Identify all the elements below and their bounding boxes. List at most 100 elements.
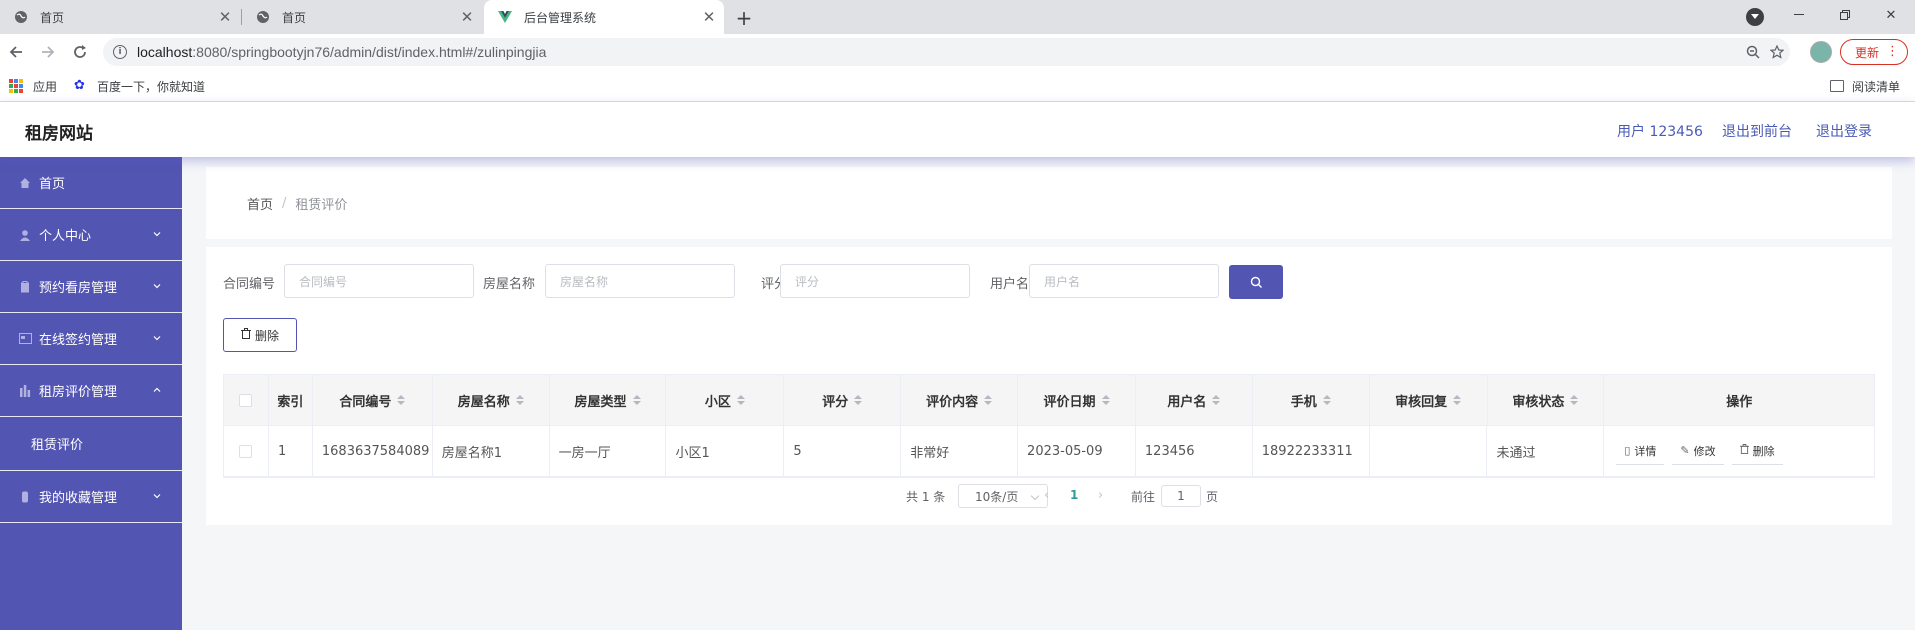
house-name-input[interactable]: 房屋名称: [545, 264, 735, 298]
breadcrumb-separator: /: [282, 195, 287, 211]
browser-tab-strip: 首页 ✕ 首页 ✕ 后台管理系统 ✕ + ✕: [0, 0, 1915, 34]
chevron-down-icon: [153, 494, 161, 499]
goto-page-input[interactable]: 1: [1161, 485, 1201, 507]
page-size-select[interactable]: 10条/页: [958, 484, 1048, 508]
cell-community: 小区1: [666, 426, 785, 476]
sidebar-item-online-contract[interactable]: 在线签约管理: [0, 313, 182, 365]
search-button[interactable]: [1229, 265, 1283, 299]
column-header-content[interactable]: 评价内容: [901, 375, 1019, 425]
column-header-status[interactable]: 审核状态: [1488, 375, 1605, 425]
bookmark-apps[interactable]: 应用: [9, 76, 57, 96]
sidebar-item-viewing-appointments[interactable]: 预约看房管理: [0, 261, 182, 313]
select-all-cell: [224, 375, 269, 425]
column-header-date[interactable]: 评价日期: [1018, 375, 1136, 425]
star-icon[interactable]: [1764, 38, 1790, 66]
breadcrumb-home[interactable]: 首页: [247, 194, 273, 213]
contract-no-input[interactable]: 合同编号: [284, 264, 474, 298]
cell-rating: 5: [784, 426, 902, 476]
sort-caret-icon: [397, 395, 406, 405]
column-header-community[interactable]: 小区: [666, 375, 785, 425]
globe-icon: [256, 10, 270, 24]
cell-username: 123456: [1136, 426, 1253, 476]
sidebar-item-personal-center[interactable]: 个人中心: [0, 209, 182, 261]
current-user: 用户 123456: [1617, 124, 1703, 140]
pagination-total: 共 1 条: [906, 490, 946, 504]
zoom-icon[interactable]: [1740, 38, 1766, 66]
sidebar-item-favorites-management[interactable]: 我的收藏管理: [0, 471, 182, 523]
cell-status: 未通过: [1487, 426, 1605, 476]
breadcrumb-current: 租赁评价: [295, 197, 348, 213]
review-table: 索引 合同编号 房屋名称 房屋类型 小区 评分 评价内容 评价日期 用户名 手机…: [223, 374, 1875, 478]
sort-caret-icon: [854, 395, 863, 405]
chevron-down-icon: [153, 232, 161, 237]
close-icon[interactable]: ✕: [700, 8, 718, 26]
column-header-house-name[interactable]: 房屋名称: [433, 375, 550, 425]
column-header-username[interactable]: 用户名: [1136, 375, 1253, 425]
column-header-index: 索引: [269, 375, 313, 425]
profile-avatar[interactable]: [1810, 41, 1832, 63]
batch-delete-button[interactable]: 删除: [223, 318, 297, 352]
next-page-icon[interactable]: ›: [1098, 488, 1103, 503]
site-title: 租房网站: [25, 124, 93, 144]
app-header: 租房网站 用户 123456 退出到前台 退出登录: [0, 102, 1915, 157]
username-input[interactable]: 用户名: [1029, 264, 1219, 298]
user-icon: [18, 228, 32, 242]
close-icon[interactable]: ✕: [216, 8, 234, 26]
select-all-checkbox[interactable]: [239, 393, 253, 407]
back-icon[interactable]: [4, 40, 28, 64]
tab-search-icon[interactable]: [1746, 8, 1764, 26]
browser-tab-2[interactable]: 首页 ✕: [242, 0, 482, 34]
rating-input[interactable]: 评分: [780, 264, 970, 298]
prev-page-icon[interactable]: ‹: [1044, 488, 1049, 503]
cell-date: 2023-05-09: [1018, 426, 1136, 476]
column-header-phone[interactable]: 手机: [1253, 375, 1370, 425]
sort-caret-icon: [1101, 395, 1110, 405]
table-row: 1 1683637584089 房屋名称1 一房一厅 小区1 5 非常好 202…: [224, 426, 1874, 477]
vue-logo-icon: [498, 10, 512, 24]
forward-icon[interactable]: [36, 40, 60, 64]
column-header-rating[interactable]: 评分: [784, 375, 902, 425]
sidebar-item-home[interactable]: 首页: [0, 157, 182, 209]
page-number[interactable]: 1: [1070, 488, 1078, 502]
minimize-icon[interactable]: [1776, 0, 1822, 30]
address-bar[interactable]: i localhost:8080/springbootyjn76/admin/d…: [103, 38, 1790, 66]
new-tab-icon[interactable]: +: [732, 6, 756, 30]
bookmark-baidu[interactable]: ✿ 百度一下，你就知道: [74, 76, 205, 96]
sidebar: 首页 个人中心 预约看房管理 在线签约管理 租房评价管理 租赁评价 我的收藏管理: [0, 157, 182, 630]
sort-caret-icon: [1453, 395, 1462, 405]
close-window-icon[interactable]: ✕: [1868, 0, 1914, 30]
tab-title: 首页: [282, 10, 307, 25]
more-menu-icon: ⋮: [1886, 44, 1899, 59]
bookmark-reading-list[interactable]: 阅读清单: [1830, 76, 1900, 96]
update-button[interactable]: 更新 ⋮: [1840, 39, 1908, 65]
sidebar-item-rental-review[interactable]: 租赁评价: [0, 417, 182, 471]
logout-link[interactable]: 退出登录: [1816, 121, 1872, 141]
cell-contract-no: 1683637584089: [313, 426, 433, 476]
close-icon[interactable]: ✕: [458, 8, 476, 26]
detail-button[interactable]: ▯ 详情: [1616, 437, 1665, 465]
column-header-contract-no[interactable]: 合同编号: [313, 375, 433, 425]
edit-button[interactable]: ✎ 修改: [1672, 437, 1724, 465]
cell-actions: ▯ 详情 ✎ 修改 删除: [1604, 426, 1874, 476]
row-checkbox[interactable]: [239, 444, 253, 458]
pagination: 共 1 条 10条/页 ‹ 1 › 前往 1 页: [206, 483, 1892, 511]
trash-icon: [240, 328, 251, 342]
username-label: 用户名: [990, 277, 1030, 292]
pencil-icon: ✎: [1680, 444, 1690, 457]
column-header-house-type[interactable]: 房屋类型: [550, 375, 667, 425]
back-to-front-link[interactable]: 退出到前台: [1722, 121, 1792, 141]
tab-title: 后台管理系统: [524, 10, 597, 25]
restore-icon[interactable]: [1822, 0, 1868, 30]
contract-no-label: 合同编号: [223, 277, 276, 292]
sort-caret-icon: [515, 395, 524, 405]
sidebar-item-rental-review-management[interactable]: 租房评价管理: [0, 365, 182, 417]
cell-house-type: 一房一厅: [550, 426, 667, 476]
info-icon[interactable]: i: [113, 45, 127, 59]
apps-grid-icon: [9, 79, 23, 93]
reload-icon[interactable]: [68, 40, 92, 64]
row-delete-button[interactable]: 删除: [1731, 437, 1783, 465]
column-header-reply[interactable]: 审核回复: [1370, 375, 1488, 425]
browser-tab-1[interactable]: 首页 ✕: [0, 0, 240, 34]
browser-tab-3[interactable]: 后台管理系统 ✕: [484, 0, 724, 34]
sort-caret-icon: [736, 395, 745, 405]
